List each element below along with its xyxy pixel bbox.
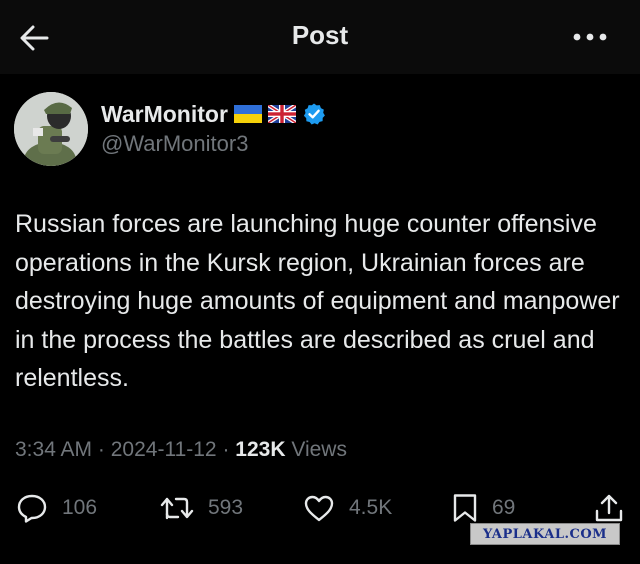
author-name-row[interactable]: WarMonitor bbox=[101, 99, 326, 129]
post-meta: 3:34 AM · 2024-11-12 · 123K Views bbox=[15, 438, 347, 462]
heart-icon bbox=[304, 495, 334, 522]
like-count: 4.5K bbox=[349, 496, 393, 519]
repost-button[interactable]: 593 bbox=[160, 488, 243, 528]
uk-flag-icon bbox=[267, 105, 296, 123]
watermark: YAPLAKAL.COM bbox=[470, 523, 620, 545]
reply-button[interactable]: 106 bbox=[16, 488, 97, 528]
author-handle[interactable]: @WarMonitor3 bbox=[101, 131, 248, 157]
ukraine-flag-icon bbox=[233, 105, 262, 123]
views-label: Views bbox=[291, 438, 347, 461]
more-horizontal-icon bbox=[573, 33, 607, 41]
share-button[interactable] bbox=[594, 488, 624, 528]
repost-count: 593 bbox=[208, 496, 244, 519]
avatar[interactable] bbox=[14, 92, 88, 166]
repost-icon bbox=[160, 497, 194, 520]
reply-count: 106 bbox=[62, 496, 98, 519]
more-button[interactable] bbox=[568, 22, 612, 52]
post-time[interactable]: 3:34 AM bbox=[15, 438, 92, 461]
post-date[interactable]: 2024-11-12 bbox=[111, 438, 217, 461]
bookmark-count: 69 bbox=[492, 496, 516, 519]
bookmark-button[interactable]: 69 bbox=[452, 488, 515, 528]
views-count: 123K bbox=[235, 438, 286, 461]
top-bar: Post bbox=[0, 0, 640, 74]
like-button[interactable]: 4.5K bbox=[303, 488, 392, 528]
share-icon bbox=[595, 494, 623, 522]
verified-badge-icon[interactable] bbox=[302, 102, 326, 126]
post-text: Russian forces are launching huge counte… bbox=[15, 210, 620, 392]
meta-separator: · bbox=[97, 438, 111, 461]
author-display-name[interactable]: WarMonitor bbox=[101, 101, 228, 128]
meta-separator: · bbox=[222, 438, 236, 461]
bookmark-icon bbox=[453, 494, 477, 522]
soldier-avatar-image bbox=[14, 92, 88, 166]
reply-icon bbox=[17, 494, 47, 523]
page-title: Post bbox=[291, 20, 349, 50]
